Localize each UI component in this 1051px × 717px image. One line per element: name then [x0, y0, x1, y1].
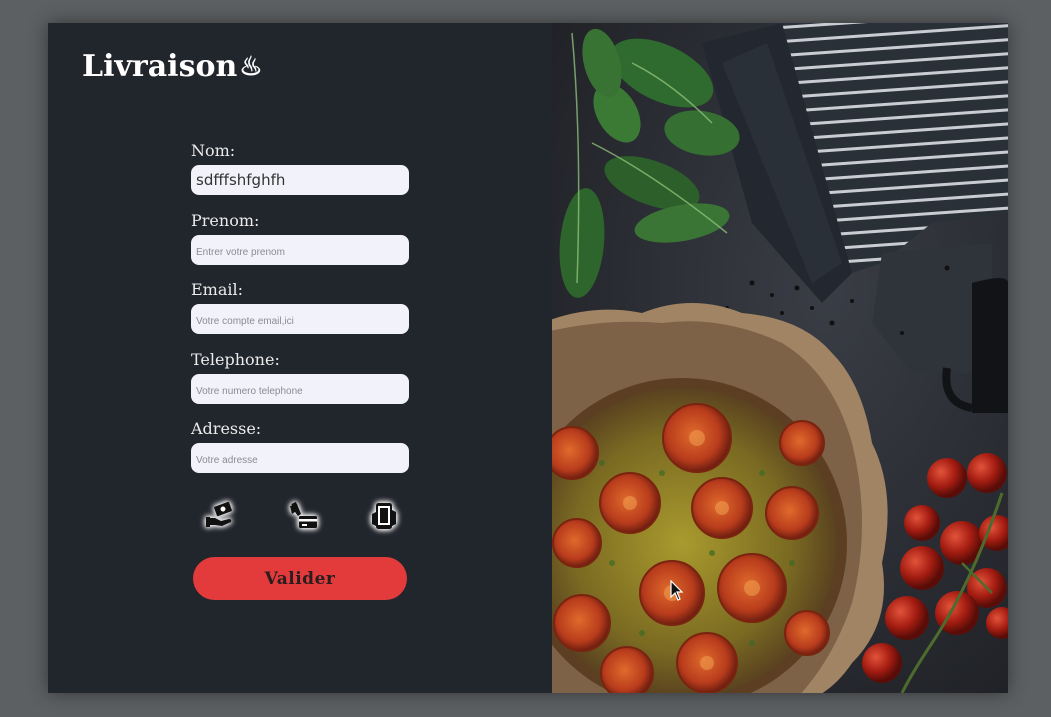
- food-photo: [552, 23, 1008, 693]
- mouse-cursor-icon: [670, 580, 684, 601]
- email-input[interactable]: [191, 304, 409, 334]
- valider-button[interactable]: Valider: [193, 557, 407, 600]
- prenom-input[interactable]: [191, 234, 409, 265]
- delivery-form: Nom: Prenom: Email: Telephone: Adresse:: [191, 141, 411, 489]
- payment-options: [203, 497, 403, 537]
- prenom-field-group: Prenom:: [191, 211, 411, 281]
- telephone-input[interactable]: [191, 373, 409, 404]
- hot-springs-icon: ♨: [239, 52, 263, 82]
- adresse-field-group: Adresse:: [191, 419, 411, 489]
- email-label: Email:: [191, 280, 244, 299]
- mobile-payment-option[interactable]: [365, 497, 403, 537]
- quiche-photo-illustration: [552, 23, 1008, 693]
- card-payment-icon: [290, 501, 317, 528]
- brand-title: Livraison ♨: [82, 47, 263, 87]
- prenom-label: Prenom:: [191, 210, 260, 230]
- nom-label: Nom:: [191, 141, 236, 160]
- cash-payment-icon: [206, 501, 232, 527]
- cash-payment-option[interactable]: [203, 497, 241, 537]
- mobile-payment-icon: [372, 503, 396, 529]
- telephone-field-group: Telephone:: [191, 350, 411, 420]
- adresse-input[interactable]: [191, 443, 409, 473]
- email-field-group: Email:: [191, 280, 411, 350]
- adresse-label: Adresse:: [191, 419, 262, 438]
- nom-field-group: Nom:: [191, 141, 411, 211]
- form-panel: Livraison ♨ Nom: Prenom: Email: Telephon…: [48, 23, 552, 693]
- brand-name: Livraison: [82, 49, 238, 84]
- telephone-label: Telephone:: [191, 349, 280, 369]
- card-payment-option[interactable]: [284, 497, 322, 537]
- nom-input[interactable]: [191, 165, 409, 195]
- delivery-card: Livraison ♨ Nom: Prenom: Email: Telephon…: [48, 23, 1008, 693]
